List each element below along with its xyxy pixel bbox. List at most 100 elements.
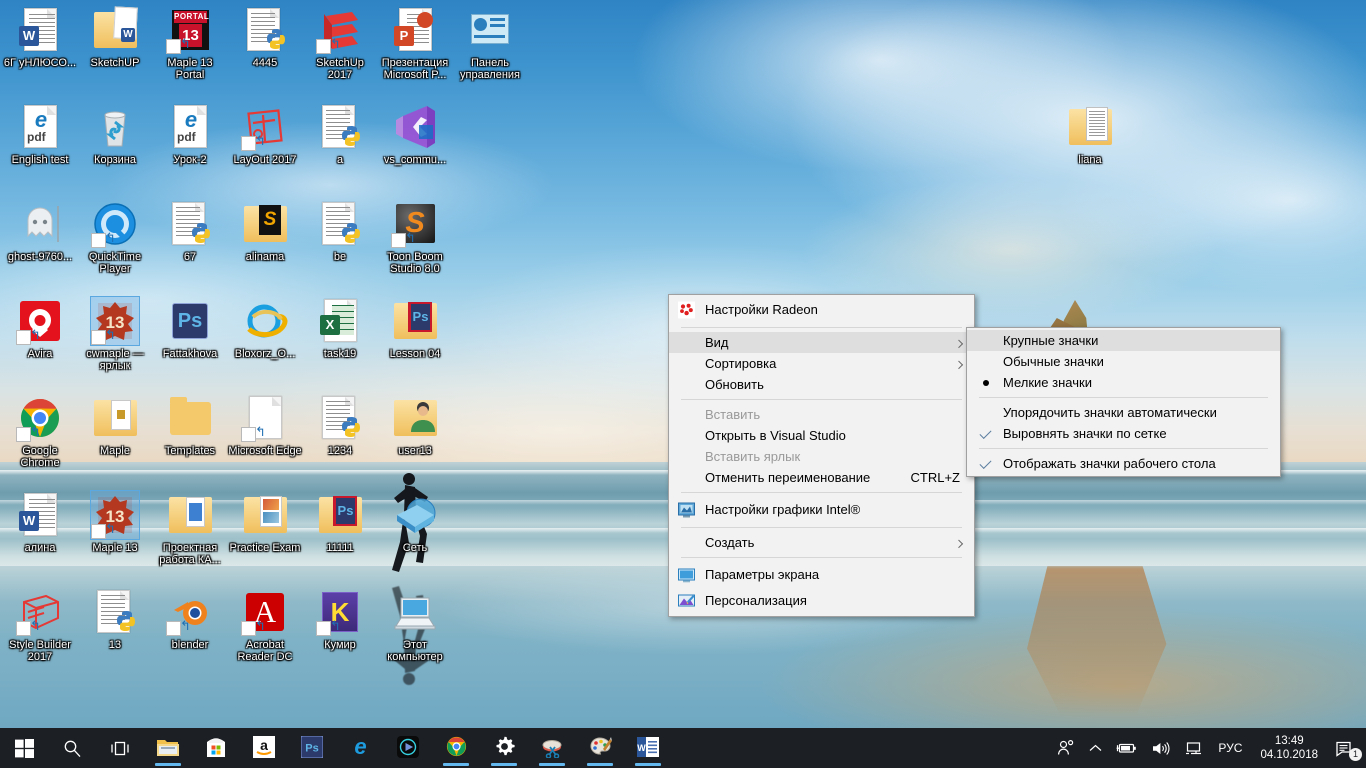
- taskbar-app-settings[interactable]: [480, 728, 528, 768]
- desktop-icon[interactable]: liana: [1053, 103, 1127, 166]
- menu-item-radeon[interactable]: Настройки Radeon: [669, 297, 974, 323]
- python-doc-icon[interactable]: [316, 103, 364, 151]
- folder-sublime-icon[interactable]: S: [241, 200, 289, 248]
- volume-icon[interactable]: [1144, 728, 1177, 768]
- maple-portal-icon[interactable]: PORTAL 13: [166, 6, 214, 54]
- system-tray[interactable]: РУС 13:49 04.10.2018 1: [1050, 728, 1366, 768]
- desktop-icon[interactable]: Сеть: [378, 491, 452, 554]
- search-button[interactable]: [48, 728, 96, 768]
- desktop-icon[interactable]: Microsoft Edge: [228, 394, 302, 457]
- chrome-icon[interactable]: [16, 394, 64, 442]
- desktop-icon[interactable]: user13: [378, 394, 452, 457]
- taskbar-app-chrome[interactable]: [432, 728, 480, 768]
- internet-explorer-icon[interactable]: [241, 297, 289, 345]
- view-menu-item-show[interactable]: Отображать значки рабочего стола: [967, 453, 1280, 474]
- desktop-icon[interactable]: PORTAL 13 Maple 13 Portal: [153, 6, 227, 81]
- recycle-bin-icon[interactable]: [91, 103, 139, 151]
- ghost-icon[interactable]: [16, 200, 64, 248]
- menu-item-open-vs[interactable]: Открыть в Visual Studio: [669, 425, 974, 446]
- folder-blue-icon[interactable]: [166, 491, 214, 539]
- desktop-icon[interactable]: W 6Г уНЛЮСО...: [3, 6, 77, 69]
- desktop-icon[interactable]: Salinama: [228, 200, 302, 263]
- menu-item-personalize[interactable]: Персонализация: [669, 588, 974, 614]
- desktop-icon[interactable]: Панель управления: [453, 6, 527, 81]
- this-pc-icon[interactable]: [391, 588, 439, 636]
- view-menu-item-autoarrange[interactable]: Упорядочить значки автоматически: [967, 402, 1280, 423]
- folder-ps-icon[interactable]: Ps: [391, 297, 439, 345]
- photoshop-icon[interactable]: Ps: [166, 297, 214, 345]
- desktop-icon[interactable]: 67: [153, 200, 227, 263]
- folder-open-docs-icon[interactable]: [1066, 103, 1114, 151]
- taskbar-app-edge[interactable]: e: [336, 728, 384, 768]
- maple13-icon[interactable]: 13: [90, 296, 140, 346]
- word-doc-icon[interactable]: W: [16, 6, 64, 54]
- acrobat-icon[interactable]: A: [241, 588, 289, 636]
- view-menu-item-align[interactable]: Выровнять значки по сетке: [967, 423, 1280, 444]
- folder-user-icon[interactable]: [391, 394, 439, 442]
- excel-doc-icon[interactable]: X: [316, 297, 364, 345]
- folder-icon[interactable]: [166, 394, 214, 442]
- desktop-icon[interactable]: Google Chrome: [3, 394, 77, 469]
- taskbar-app-store[interactable]: [192, 728, 240, 768]
- desktop-icon[interactable]: Maple: [78, 394, 152, 457]
- word-doc-icon[interactable]: W: [16, 491, 64, 539]
- menu-item-undo-rename[interactable]: CTRL+Z Отменить переименование: [669, 467, 974, 488]
- folder-word-icon[interactable]: W: [91, 6, 139, 54]
- menu-item-display[interactable]: Параметры экрана: [669, 562, 974, 588]
- folder-pic-icon[interactable]: [241, 491, 289, 539]
- taskbar-app-photoshop[interactable]: Ps: [288, 728, 336, 768]
- desktop-icon[interactable]: A Acrobat Reader DC: [228, 588, 302, 663]
- edge-icon[interactable]: [241, 394, 289, 442]
- desktop-icon[interactable]: 1234: [303, 394, 377, 457]
- desktop-icon[interactable]: Xtask19: [303, 297, 377, 360]
- network-icon[interactable]: [391, 491, 439, 539]
- taskbar-app-amazon[interactable]: a: [240, 728, 288, 768]
- folder-ps-icon[interactable]: Ps: [316, 491, 364, 539]
- style-builder-icon[interactable]: [16, 588, 64, 636]
- menu-item-intel[interactable]: Настройки графики Intel®: [669, 497, 974, 523]
- desktop-icon[interactable]: Корзина: [78, 103, 152, 166]
- python-doc-icon[interactable]: [241, 6, 289, 54]
- view-menu-item-large[interactable]: Крупные значки: [967, 330, 1280, 351]
- desktop-icon[interactable]: a: [303, 103, 377, 166]
- desktop-icon[interactable]: K Кумир: [303, 588, 377, 651]
- taskbar-pinned-apps[interactable]: a Ps e W: [144, 728, 672, 768]
- desktop-icon[interactable]: LayOut 2017: [228, 103, 302, 166]
- taskbar-app-paint[interactable]: [576, 728, 624, 768]
- pdf-edge-icon[interactable]: e pdf: [166, 103, 214, 151]
- folder-doc-icon[interactable]: [91, 394, 139, 442]
- task-view-button[interactable]: [96, 728, 144, 768]
- view-submenu[interactable]: Крупные значки Обычные значки Мелкие значк…: [966, 327, 1281, 477]
- pdf-edge-icon[interactable]: e pdf: [16, 103, 64, 151]
- desktop-icon[interactable]: P Презентация Microsoft P...: [378, 6, 452, 81]
- desktop-icon[interactable]: Проектная работа КА...: [153, 491, 227, 566]
- battery-charging-icon[interactable]: [1109, 728, 1144, 768]
- language-indicator[interactable]: РУС: [1210, 741, 1250, 755]
- desktop-icon[interactable]: Practice Exam: [228, 491, 302, 554]
- menu-item-refresh[interactable]: Обновить: [669, 374, 974, 395]
- desktop-icon[interactable]: be: [303, 200, 377, 263]
- control-panel-icon[interactable]: [466, 6, 514, 54]
- desktop-icon[interactable]: Bloxorz_O...: [228, 297, 302, 360]
- desktop-icon[interactable]: Ps Fattakhova: [153, 297, 227, 360]
- view-menu-item-medium[interactable]: Обычные значки: [967, 351, 1280, 372]
- desktop-icon[interactable]: 13: [78, 588, 152, 651]
- view-menu-item-small[interactable]: Мелкие значки: [967, 372, 1280, 393]
- start-button[interactable]: [0, 728, 48, 768]
- powerpoint-doc-icon[interactable]: P: [391, 6, 439, 54]
- desktop-icon[interactable]: vs_commu...: [378, 103, 452, 166]
- desktop-icon[interactable]: S Toon Boom Studio 8.0: [378, 200, 452, 275]
- desktop-icon[interactable]: e pdf Урок-2: [153, 103, 227, 166]
- action-center-icon[interactable]: 1: [1328, 728, 1366, 768]
- desktop-icon[interactable]: Этот компьютер: [378, 588, 452, 663]
- desktop-icon[interactable]: e pdf English test: [3, 103, 77, 166]
- desktop-icon[interactable]: Ps Lesson 04: [378, 297, 452, 360]
- taskbar-app-snip[interactable]: [528, 728, 576, 768]
- desktop-icon[interactable]: blender: [153, 588, 227, 651]
- desktop-icon[interactable]: ghost-9760...: [3, 200, 77, 263]
- quicktime-icon[interactable]: [91, 200, 139, 248]
- desktop-icon[interactable]: 4445: [228, 6, 302, 69]
- taskbar[interactable]: a Ps e W РУС 13:49 04.10.2018 1: [0, 728, 1366, 768]
- show-hidden-icons-chevron[interactable]: [1082, 728, 1109, 768]
- desktop-icon[interactable]: Style Builder 2017: [3, 588, 77, 663]
